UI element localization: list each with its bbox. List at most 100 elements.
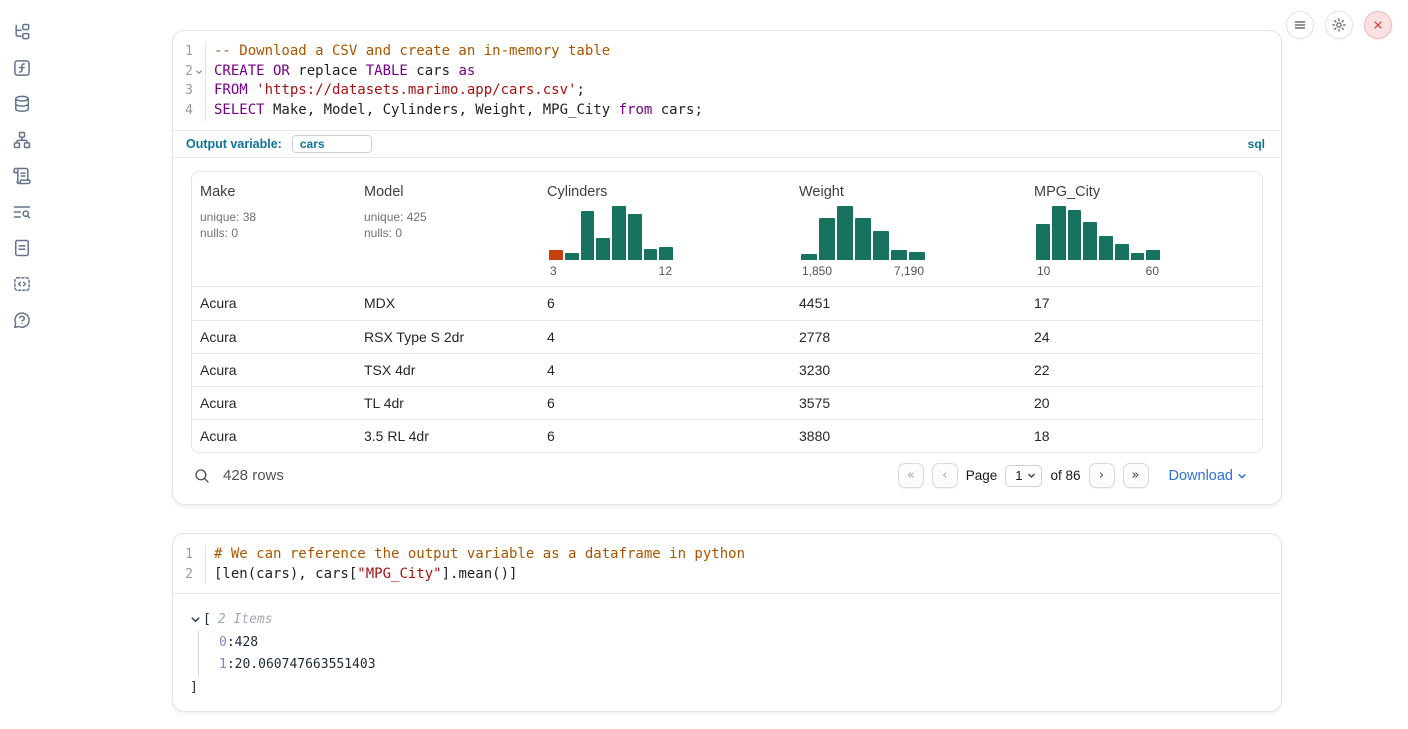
line-number: 4	[173, 101, 193, 121]
sidebar	[0, 0, 44, 729]
sql-output-area: Make unique: 38nulls: 0 Model unique: 425nu…	[173, 158, 1281, 499]
column-name[interactable]: Weight	[799, 184, 1018, 200]
tree-entry-value: 20.060747663551403	[235, 657, 376, 672]
histogram-bar	[612, 206, 626, 260]
column-name[interactable]: Cylinders	[547, 184, 783, 200]
table-cell: 24	[1026, 329, 1262, 345]
language-badge: sql	[1248, 137, 1265, 151]
histogram-bar	[837, 206, 853, 260]
table-cell: 6	[539, 395, 791, 411]
histogram-bar	[644, 249, 658, 260]
histogram-bars	[549, 206, 673, 260]
histogram-axis: 312	[549, 264, 673, 278]
table-row[interactable]: AcuraRSX Type S 2dr4277824	[192, 320, 1262, 353]
column-stats: unique: 425nulls: 0	[364, 209, 531, 242]
table-cell: 4451	[791, 295, 1026, 311]
next-page-button[interactable]: ›	[1089, 463, 1115, 488]
token-comment: # We can reference the output variable a…	[214, 546, 745, 562]
gutter: 1	[173, 545, 206, 565]
token-plain: [len(cars), cars[	[214, 566, 357, 582]
table-row[interactable]: AcuraMDX6445117	[192, 287, 1262, 320]
list-search-icon[interactable]	[12, 202, 32, 222]
token-string: "MPG_City"	[357, 566, 441, 582]
chevron-down-icon	[1027, 471, 1036, 480]
table-body: AcuraMDX6445117AcuraRSX Type S 2dr427782…	[192, 287, 1262, 452]
database-icon[interactable]	[12, 94, 32, 114]
histogram-bar	[1036, 224, 1050, 260]
column-name[interactable]: Make	[200, 184, 348, 200]
histogram-bar	[549, 250, 563, 260]
sql-code-editor[interactable]: 1-- Download a CSV and create an in-memo…	[173, 31, 1281, 130]
function-square-icon[interactable]	[12, 58, 32, 78]
last-page-button[interactable]: »	[1123, 463, 1149, 488]
code-line[interactable]: 1-- Download a CSV and create an in-memo…	[173, 42, 1281, 62]
scroll-icon[interactable]	[12, 166, 32, 186]
token-keyword: TABLE	[366, 63, 408, 79]
fold-slot	[193, 565, 205, 585]
histogram-axis: 1,8507,190	[801, 264, 925, 278]
token-plain: ;	[576, 82, 584, 98]
table-row[interactable]: AcuraTSX 4dr4323022	[192, 353, 1262, 386]
table-cell: Acura	[192, 362, 356, 378]
histogram-bar	[873, 231, 889, 260]
collapse-chevron-icon[interactable]	[190, 614, 201, 625]
row-count: 428 rows	[223, 467, 284, 484]
histogram-bar	[1068, 210, 1082, 260]
open-bracket: [	[203, 612, 211, 627]
topbar	[1286, 11, 1392, 39]
output-variable-input[interactable]	[292, 135, 372, 153]
table-cell: 17	[1026, 295, 1262, 311]
page-select[interactable]: 1	[1005, 465, 1042, 487]
token-keyword: FROM	[214, 82, 248, 98]
close-x-icon-button[interactable]	[1364, 11, 1392, 39]
tree-close-row: ]	[190, 676, 1265, 699]
table-cell: 4	[539, 329, 791, 345]
tree-entry-separator: :	[227, 657, 235, 672]
python-code-editor[interactable]: 1 # We can reference the output variable …	[173, 534, 1281, 593]
first-page-button[interactable]: «	[898, 463, 924, 488]
data-table: Make unique: 38nulls: 0 Model unique: 425nu…	[191, 171, 1263, 453]
gear-icon-button[interactable]	[1325, 11, 1353, 39]
code-text[interactable]: SELECT Make, Model, Cylinders, Weight, M…	[206, 101, 1281, 121]
code-text[interactable]: FROM 'https://datasets.marimo.app/cars.c…	[206, 81, 1281, 101]
help-icon[interactable]	[12, 310, 32, 330]
table-row[interactable]: Acura3.5 RL 4dr6388018	[192, 419, 1262, 452]
download-button[interactable]: Download	[1169, 468, 1248, 484]
code-text[interactable]: CREATE OR replace TABLE cars as	[206, 62, 1281, 82]
document-icon[interactable]	[12, 238, 32, 258]
column-header-mpg_city: MPG_City 1060	[1026, 172, 1262, 286]
histogram: 1060	[1036, 206, 1160, 278]
fold-chevron-icon[interactable]	[193, 62, 205, 82]
table-cell: 22	[1026, 362, 1262, 378]
stat-line: unique: 38	[200, 209, 348, 226]
histogram: 1,8507,190	[801, 206, 925, 278]
code-line[interactable]: 2[len(cars), cars["MPG_City"].mean()]	[173, 565, 1281, 585]
page-total-label: of 86	[1050, 468, 1080, 483]
code-line[interactable]: 2CREATE OR replace TABLE cars as	[173, 62, 1281, 82]
hamburger-icon-button[interactable]	[1286, 11, 1314, 39]
code-text[interactable]: -- Download a CSV and create an in-memor…	[206, 42, 1281, 62]
snippets-icon[interactable]	[12, 274, 32, 294]
code-line[interactable]: 4 SELECT Make, Model, Cylinders, Weight, …	[173, 101, 1281, 121]
histogram-bar	[909, 252, 925, 260]
stat-line: nulls: 0	[200, 225, 348, 242]
table-cell: 3880	[791, 428, 1026, 444]
code-line[interactable]: 1 # We can reference the output variable …	[173, 545, 1281, 565]
table-cell: TSX 4dr	[356, 362, 539, 378]
table-cell: 2778	[791, 329, 1026, 345]
previous-page-button[interactable]: ‹	[932, 463, 958, 488]
table-row[interactable]: AcuraTL 4dr6357520	[192, 386, 1262, 419]
column-name[interactable]: Model	[364, 184, 531, 200]
dependency-graph-icon[interactable]	[12, 130, 32, 150]
close-bracket: ]	[190, 680, 198, 695]
axis-max-label: 12	[659, 264, 672, 278]
code-line[interactable]: 3FROM 'https://datasets.marimo.app/cars.…	[173, 81, 1281, 101]
fold-slot	[193, 81, 205, 101]
column-name[interactable]: MPG_City	[1034, 184, 1254, 200]
code-text[interactable]: # We can reference the output variable a…	[206, 545, 1281, 565]
table-cell: 18	[1026, 428, 1262, 444]
file-tree-icon[interactable]	[12, 22, 32, 42]
code-text[interactable]: [len(cars), cars["MPG_City"].mean()]	[206, 565, 1281, 585]
chevron-down-icon	[1237, 471, 1247, 481]
search-icon[interactable]	[193, 467, 211, 485]
